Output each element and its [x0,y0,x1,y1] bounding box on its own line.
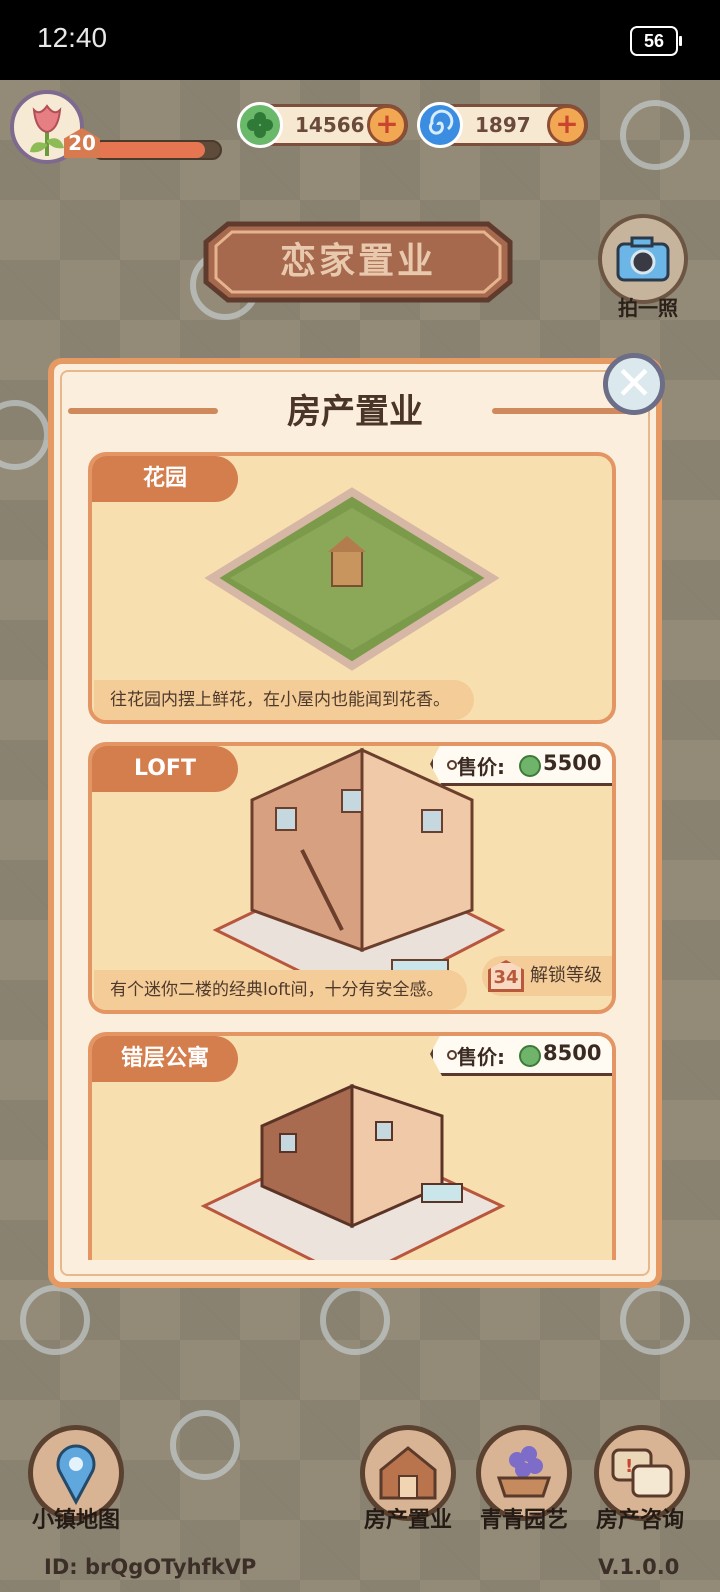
unlock-label: 解锁等级 [530,965,602,986]
sun-decoration [170,1410,240,1480]
close-button[interactable]: ✕ [603,353,665,415]
status-bar: 12:40 56 [0,0,720,80]
panel-title: 房产置业 [287,392,423,432]
unlock-level-badge: 34 解锁等级 [482,956,612,996]
page-title: 恋家置业 [279,241,436,282]
price-label: 售价: [457,755,505,779]
price-label: 售价: [457,1045,505,1069]
map-label: 小镇地图 [31,1508,120,1533]
xp-bar-fill [94,142,205,158]
xp-bar [92,140,222,160]
app-version: V.1.0.0 [598,1555,680,1579]
blue-swirl-gem-icon [417,102,463,148]
camera-label: 拍一照 [618,296,678,320]
card-description: 往花园内摆上鲜花，在小屋内也能闻到花香。 [94,680,474,720]
svg-text:!: ! [625,1456,633,1477]
property-card-split-level[interactable]: 错层公寓 售价: 8500 [88,1032,616,1260]
title-plaque: 恋家置业 [198,218,518,306]
user-id: ID: brQgOTyhfkVP [44,1555,257,1579]
clover-amount: 14566 [295,113,365,137]
unlock-level: 34 [488,960,524,992]
clover-coin-icon [519,755,541,777]
property-card-garden[interactable]: 花园 往花园内摆上鲜花，在小屋内也能闻到花香。 [88,452,616,724]
clover-coin-icon [237,102,283,148]
sun-decoration [320,1285,390,1355]
sun-decoration [20,1285,90,1355]
card-title: LOFT [92,746,238,792]
card-description: 有个迷你二楼的经典loft间，十分有安全感。 [94,970,468,1010]
price-tag: 售价: 5500 [430,746,612,786]
price-value: 8500 [543,1041,602,1065]
property-list[interactable]: 花园 往花园内摆上鲜花，在小屋内也能闻到花香。 LOFT 售价: 5500 有个… [88,452,618,1260]
price-tag: 售价: 8500 [430,1036,612,1076]
clover-coin-icon [519,1045,541,1067]
consult-label: 房产咨询 [595,1508,684,1533]
clover-currency: 14566 + [237,102,408,148]
tag-hole-icon [447,760,457,770]
tag-hole-icon [447,1050,457,1060]
camera-icon [616,236,670,282]
gem-amount: 1897 [475,113,531,137]
card-title: 花园 [92,456,238,502]
status-time: 12:40 [37,22,108,53]
property-card-loft[interactable]: LOFT 售价: 5500 有个迷你二楼的经典loft间，十分有安全感。 34 … [88,742,616,1014]
card-title: 错层公寓 [92,1036,238,1082]
battery-icon: 56 [630,26,682,56]
sun-decoration [620,1285,690,1355]
add-gem-button[interactable]: + [547,105,587,145]
sun-decoration [620,100,690,170]
add-clover-button[interactable]: + [367,105,407,145]
price-value: 5500 [543,751,602,775]
gem-currency: 1897 + [417,102,588,148]
camera-button[interactable] [598,214,688,304]
